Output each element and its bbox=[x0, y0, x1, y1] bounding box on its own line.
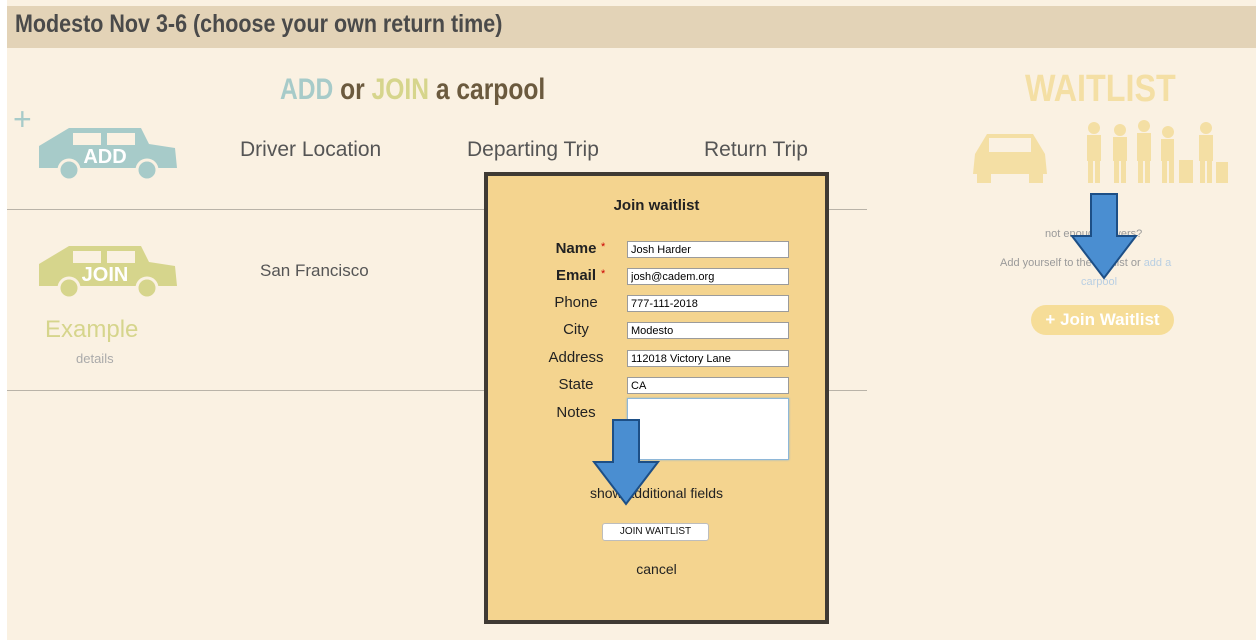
example-label: Example bbox=[45, 316, 139, 343]
column-driver-location: Driver Location bbox=[240, 138, 382, 161]
event-title: Modesto Nov 3-6 (choose your own return … bbox=[15, 10, 503, 38]
phone-label: Phone bbox=[554, 294, 598, 311]
waitlist-people-icon bbox=[1087, 120, 1228, 183]
driver-location-value: San Francisco bbox=[260, 261, 369, 280]
modal-title: Join waitlist bbox=[613, 197, 700, 214]
state-label: State bbox=[558, 376, 594, 393]
name-field[interactable] bbox=[627, 241, 789, 258]
join-waitlist-modal: Join waitlist Name * Email * Phone City … bbox=[484, 172, 829, 624]
heading-or: or bbox=[340, 73, 365, 106]
address-field[interactable] bbox=[627, 350, 789, 367]
join-waitlist-submit-button[interactable]: JOIN WAITLIST bbox=[602, 523, 709, 541]
arrow-down-icon bbox=[591, 419, 661, 506]
heading-add: ADD bbox=[280, 73, 334, 106]
details-link[interactable]: details bbox=[76, 351, 114, 366]
add-carpool-button[interactable]: ADD bbox=[29, 122, 181, 184]
name-required-marker: * bbox=[601, 241, 606, 253]
carpool-heading: ADD or JOIN a carpool bbox=[280, 73, 545, 107]
waitlist-heading: WAITLIST bbox=[1025, 68, 1176, 110]
add-carpool-link[interactable]: add a bbox=[1144, 257, 1172, 269]
join-car-label: JOIN bbox=[81, 264, 129, 286]
phone-field[interactable] bbox=[627, 295, 789, 312]
app-window: Modesto Nov 3-6 (choose your own return … bbox=[7, 0, 1256, 640]
add-car-label: ADD bbox=[83, 146, 127, 168]
waitlist-car-icon bbox=[973, 134, 1047, 183]
column-return-trip: Return Trip bbox=[704, 138, 808, 161]
heading-rest: a carpool bbox=[435, 73, 546, 106]
event-title-bar: Modesto Nov 3-6 (choose your own return … bbox=[7, 6, 1256, 48]
cancel-link[interactable]: cancel bbox=[488, 561, 825, 577]
state-field[interactable] bbox=[627, 377, 789, 394]
arrow-down-icon bbox=[1069, 193, 1139, 280]
email-field[interactable] bbox=[627, 268, 789, 285]
column-departing-trip: Departing Trip bbox=[467, 138, 599, 161]
email-required-marker: * bbox=[601, 268, 606, 280]
address-label: Address bbox=[548, 349, 604, 366]
join-carpool-button[interactable]: JOIN bbox=[29, 240, 181, 302]
city-field[interactable] bbox=[627, 322, 789, 339]
join-waitlist-button[interactable]: + Join Waitlist bbox=[1031, 305, 1174, 335]
heading-join: JOIN bbox=[371, 73, 430, 106]
city-label: City bbox=[563, 321, 589, 338]
